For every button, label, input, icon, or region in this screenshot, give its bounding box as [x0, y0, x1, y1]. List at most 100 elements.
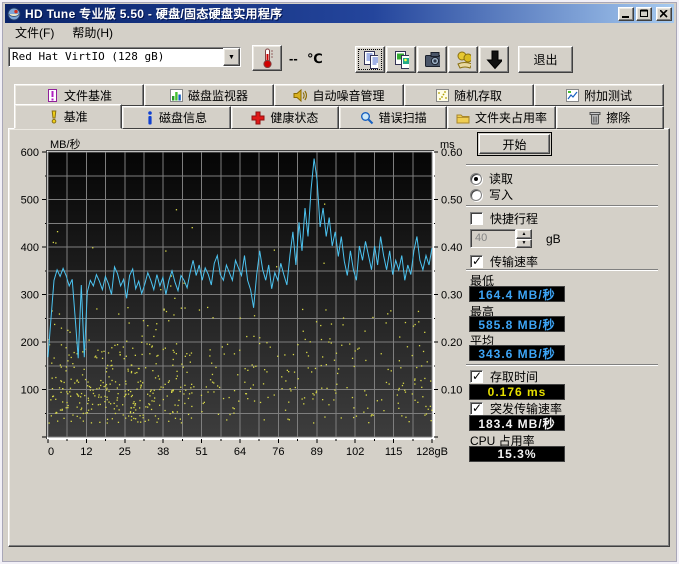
- donate-button[interactable]: [448, 46, 478, 73]
- read-label: 读取: [489, 170, 513, 187]
- exit-button[interactable]: 退出: [518, 46, 573, 73]
- tab-erase[interactable]: 擦除: [556, 106, 664, 129]
- menu-file[interactable]: 文件(F): [8, 23, 61, 42]
- close-icon: [660, 10, 668, 18]
- checkbox-icon[interactable]: [470, 402, 483, 415]
- temperature-value: --: [289, 51, 298, 66]
- short-stroke-value[interactable]: 40: [470, 229, 516, 248]
- spinner-up-icon[interactable]: ▲: [516, 229, 532, 239]
- info-icon: [146, 111, 154, 125]
- tab-label: 磁盘监视器: [188, 87, 248, 104]
- short-stroke-spinner[interactable]: 40 ▲ ▼: [470, 229, 532, 248]
- copy-image-icon: [393, 50, 409, 70]
- file-benchmark-icon: [46, 89, 59, 102]
- benchmark-chart: 6005004003002001000.600.500.400.300.200.…: [14, 138, 470, 460]
- tab-label: 自动噪音管理: [312, 87, 384, 104]
- hand-coins-icon: [455, 50, 471, 70]
- minimize-button[interactable]: [618, 7, 634, 21]
- tab-row-bottom: 基准 磁盘信息 健康状态 错误扫描: [14, 106, 664, 129]
- short-stroke-checkbox[interactable]: 快捷行程: [470, 210, 538, 227]
- speaker-icon: [293, 89, 307, 102]
- tab-label: 附加测试: [584, 87, 632, 104]
- tab-benchmark[interactable]: 基准: [14, 104, 122, 129]
- copy-image-button[interactable]: [386, 46, 416, 73]
- radio-icon[interactable]: [470, 189, 482, 201]
- trash-icon: [589, 111, 601, 125]
- thermometer-icon: [260, 48, 274, 68]
- svg-text:300: 300: [21, 290, 39, 302]
- menu-bar: 文件(F) 帮助(H): [5, 23, 674, 42]
- title-bar[interactable]: HD Tune 专业版 5.50 - 硬盘/固态硬盘实用程序: [5, 4, 674, 23]
- svg-text:115: 115: [385, 446, 403, 458]
- tab-file-benchmark[interactable]: 文件基准: [14, 84, 144, 106]
- tab-label: 擦除: [606, 109, 630, 126]
- radio-icon[interactable]: [470, 173, 482, 185]
- tab-label: 错误扫描: [379, 109, 427, 126]
- spinner-down-icon[interactable]: ▼: [516, 239, 532, 249]
- separator: [466, 364, 658, 366]
- cpu-usage-value: 15.3%: [497, 447, 536, 461]
- copy-text-button[interactable]: [355, 46, 385, 73]
- down-arrow-icon: [486, 50, 502, 70]
- cpu-usage-display: 15.3%: [469, 446, 565, 462]
- chevron-down-icon[interactable]: ▼: [223, 48, 240, 66]
- svg-text:ms: ms: [440, 139, 455, 151]
- close-button[interactable]: [656, 7, 672, 21]
- minimize-icon: [622, 10, 630, 18]
- tab-disk-info[interactable]: 磁盘信息: [122, 106, 230, 129]
- access-time-checkbox[interactable]: 存取时间: [470, 368, 538, 385]
- svg-text:600: 600: [21, 147, 39, 159]
- svg-text:0.20: 0.20: [441, 337, 462, 349]
- read-radio[interactable]: 读取: [470, 170, 513, 187]
- save-results-button[interactable]: [479, 46, 509, 73]
- copy-text-icon: [362, 50, 378, 70]
- checkbox-icon[interactable]: [470, 255, 483, 268]
- exit-label: 退出: [533, 51, 557, 68]
- separator: [466, 269, 658, 271]
- checkbox-icon[interactable]: [470, 212, 483, 225]
- tab-error-scan[interactable]: 错误扫描: [339, 106, 447, 129]
- menu-help[interactable]: 帮助(H): [65, 23, 120, 42]
- tab-noise-management[interactable]: 自动噪音管理: [274, 84, 404, 106]
- maximize-button[interactable]: [636, 7, 652, 21]
- write-label: 写入: [489, 186, 513, 203]
- camera-icon: [424, 51, 440, 69]
- svg-text:12: 12: [80, 446, 92, 458]
- temperature-unit: ℃: [307, 51, 323, 67]
- checkbox-icon[interactable]: [470, 370, 483, 383]
- drive-select[interactable]: Red Hat VirtIO (128 gB) ▼: [8, 47, 241, 67]
- screenshot-button[interactable]: [417, 46, 447, 73]
- min-value-display: 164.4 MB/秒: [469, 286, 565, 302]
- disk-monitor-icon: [170, 89, 183, 102]
- access-time-value: 0.176 ms: [488, 385, 547, 399]
- extra-tests-icon: [566, 89, 579, 102]
- svg-text:102: 102: [346, 446, 364, 458]
- start-button[interactable]: 开始: [477, 132, 552, 156]
- max-value-display: 585.8 MB/秒: [469, 316, 565, 332]
- svg-text:MB/秒: MB/秒: [50, 138, 81, 151]
- tab-health[interactable]: 健康状态: [231, 106, 339, 129]
- avg-value: 343.6 MB/秒: [478, 345, 555, 362]
- temperature-button[interactable]: [252, 45, 282, 71]
- tab-random-access[interactable]: 随机存取: [404, 84, 534, 106]
- svg-text:200: 200: [21, 337, 39, 349]
- tab-folder-usage[interactable]: 文件夹占用率: [447, 106, 555, 129]
- folder-icon: [456, 112, 470, 124]
- svg-text:400: 400: [21, 242, 39, 254]
- magnifier-icon: [360, 111, 374, 125]
- tab-disk-monitor[interactable]: 磁盘监视器: [144, 84, 274, 106]
- application-window: HD Tune 专业版 5.50 - 硬盘/固态硬盘实用程序 文件(F) 帮助(…: [0, 0, 679, 564]
- write-radio[interactable]: 写入: [470, 186, 513, 203]
- svg-text:64: 64: [234, 446, 246, 458]
- svg-text:0.40: 0.40: [441, 242, 462, 254]
- tab-label: 基准: [64, 108, 88, 125]
- short-stroke-label: 快捷行程: [490, 210, 538, 227]
- tab-label: 文件基准: [64, 87, 112, 104]
- transfer-rate-checkbox[interactable]: 传输速率: [470, 253, 538, 270]
- tab-extra-tests[interactable]: 附加测试: [534, 84, 664, 106]
- avg-value-display: 343.6 MB/秒: [469, 345, 565, 361]
- window-title: HD Tune 专业版 5.50 - 硬盘/固态硬盘实用程序: [25, 5, 282, 22]
- random-access-icon: [436, 89, 449, 102]
- tab-label: 健康状态: [270, 109, 318, 126]
- svg-text:100: 100: [21, 385, 39, 397]
